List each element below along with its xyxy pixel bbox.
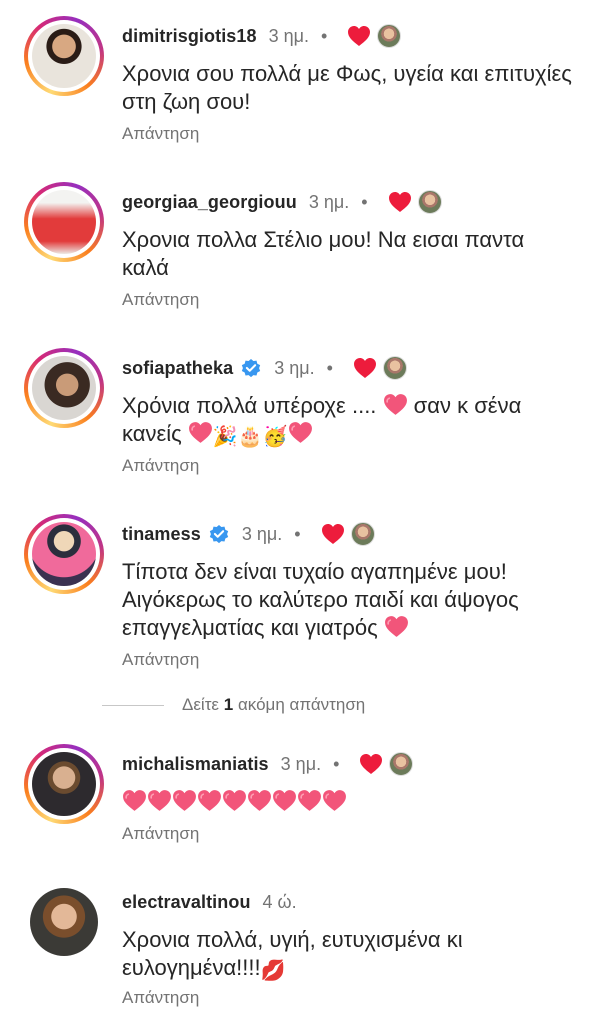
author-avatar (382, 356, 407, 380)
comment-time: 3 ημ. (308, 191, 350, 212)
pink-heart-emoji (297, 789, 322, 812)
divider (102, 705, 164, 706)
verified-badge-icon (208, 523, 230, 545)
author-avatar (350, 522, 375, 546)
more-options-icon[interactable]: • (321, 27, 327, 45)
heart-icon[interactable] (388, 191, 412, 213)
view-more-replies-label[interactable]: Δείτε 1 ακόμη απάντηση (182, 695, 365, 715)
heart-icon[interactable] (353, 357, 377, 379)
view-more-replies[interactable]: Δείτε 1 ακόμη απάντηση (0, 693, 591, 717)
verified-badge-icon (240, 357, 262, 379)
comment-username[interactable]: tinamess (122, 524, 201, 545)
avatar[interactable] (24, 744, 104, 824)
pink-heart-emoji (122, 789, 147, 812)
pink-heart-emoji (188, 421, 213, 444)
comment-time: 3 ημ. (241, 523, 283, 544)
heart-icon[interactable] (359, 753, 383, 775)
comment-username[interactable]: michalismaniatis (122, 754, 269, 775)
comment-text: Χρόνια πολλά υπέροχε .... σαν κ σένα καν… (122, 392, 577, 451)
comment-time: 3 ημ. (274, 357, 315, 378)
comment-username[interactable]: georgiaa_georgiouu (122, 192, 297, 213)
more-options-icon[interactable]: • (294, 525, 300, 543)
comment-text-part: κανείς (122, 421, 182, 446)
reply-button[interactable]: Απάντηση (122, 290, 199, 310)
avatar[interactable] (24, 514, 104, 594)
heart-icon[interactable] (347, 25, 371, 47)
more-replies-count: 1 (223, 695, 234, 714)
pink-heart-emoji (272, 789, 297, 812)
pink-heart-emoji (172, 789, 197, 812)
party-popper-emoji: 🎉 (212, 426, 238, 448)
more-options-icon[interactable]: • (327, 359, 333, 377)
comment-text: Τίποτα δεν είναι τυχαίο αγαπημένε μου! Α… (122, 558, 577, 642)
comment-time: 4 ώ. (262, 891, 297, 912)
avatar[interactable] (24, 882, 104, 962)
pink-heart-emoji (384, 615, 409, 638)
reply-button[interactable]: Απάντηση (122, 650, 199, 670)
comment-text: Χρονια πολλά, υγιή, ευτυχισμένα κι ευλογ… (122, 926, 577, 985)
comment-text-part: Χρόνια πολλά υπέροχε .... (122, 393, 377, 418)
reply-button[interactable]: Απάντηση (122, 124, 199, 144)
comment-text-body: Τίποτα δεν είναι τυχαίο αγαπημένε μου! Α… (122, 559, 519, 640)
comment-text: Χρονια σου πολλά με Φως, υγεία και επιτυ… (122, 61, 572, 114)
reply-button[interactable]: Απάντηση (122, 824, 199, 844)
pink-heart-emoji (288, 421, 313, 444)
more-replies-suffix: ακόμη απάντηση (237, 695, 366, 714)
more-options-icon[interactable]: • (333, 755, 339, 773)
avatar[interactable] (24, 182, 104, 262)
author-avatar (377, 24, 402, 48)
avatar[interactable] (24, 348, 104, 428)
kiss-mark-emoji: 💋 (260, 960, 286, 982)
comment-text (122, 788, 577, 816)
pink-heart-emoji (247, 789, 272, 812)
pink-heart-emoji (147, 789, 172, 812)
reply-button[interactable]: Απάντηση (122, 988, 199, 1008)
author-avatar (389, 752, 414, 776)
partying-face-emoji: 🥳 (262, 426, 288, 448)
heart-icon[interactable] (321, 523, 345, 545)
comment-text-body: Χρονια πολλά, υγιή, ευτυχισμένα κι ευλογ… (122, 927, 463, 980)
comment-username[interactable]: electravaltinou (122, 892, 251, 913)
pink-heart-emoji (197, 789, 222, 812)
comment-username[interactable]: sofiapatheka (122, 358, 233, 379)
pink-heart-emoji (322, 789, 347, 812)
author-avatar (417, 190, 442, 214)
comment-time: 3 ημ. (268, 25, 310, 46)
reply-button[interactable]: Απάντηση (122, 456, 199, 476)
comment-username[interactable]: dimitrisgiotis18 (122, 26, 257, 47)
avatar[interactable] (24, 16, 104, 96)
pink-heart-emoji (383, 393, 408, 416)
birthday-cake-emoji: 🎂 (237, 426, 263, 448)
more-options-icon[interactable]: • (361, 193, 367, 211)
comment-text-part: σαν κ σένα (413, 393, 522, 418)
comment-time: 3 ημ. (280, 753, 322, 774)
pink-heart-emoji (222, 789, 247, 812)
comment-text: Χρονια πολλα Στέλιο μου! Να εισαι παντα … (122, 227, 525, 280)
more-replies-prefix: Δείτε (182, 695, 220, 714)
